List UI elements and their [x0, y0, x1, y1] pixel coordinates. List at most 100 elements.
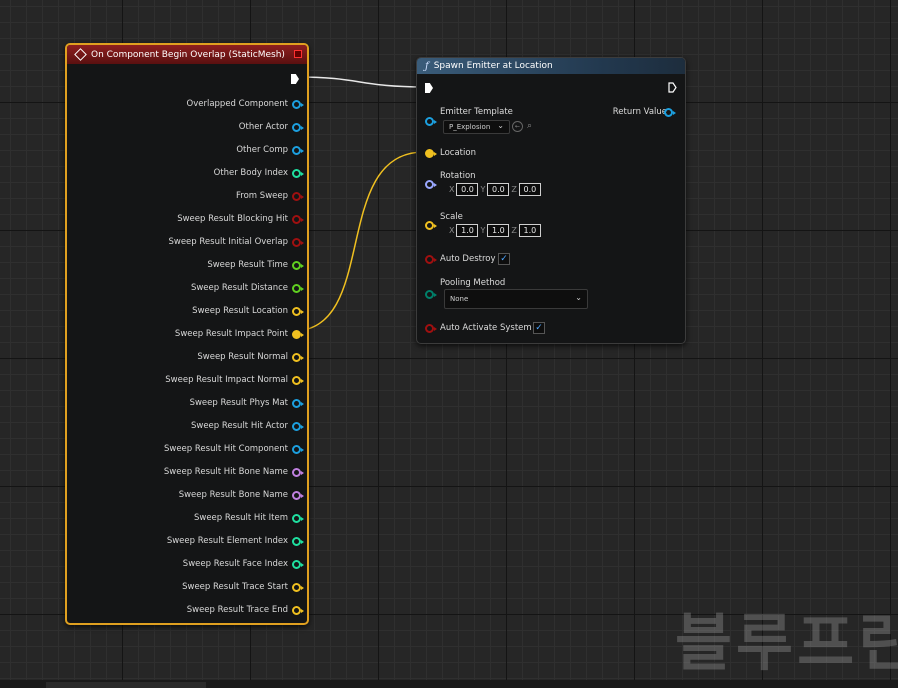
auto-activate-pin[interactable] — [425, 324, 437, 333]
object-pin-icon[interactable] — [292, 99, 304, 109]
event-node-header[interactable]: On Component Begin Overlap (StaticMesh) — [67, 45, 307, 64]
spawn-node-header[interactable]: ƒ Spawn Emitter at Location — [417, 58, 685, 74]
scale-z-field[interactable]: 1.0 — [518, 224, 541, 237]
emitter-template-pin[interactable] — [425, 117, 437, 126]
output-pin-row[interactable]: Sweep Result Phys Mat — [189, 396, 304, 410]
bool-pin-icon[interactable] — [292, 237, 304, 247]
float-pin-icon[interactable] — [292, 260, 304, 270]
output-pin-row[interactable]: Sweep Result Trace Start — [182, 580, 304, 594]
scale-y-field[interactable]: 1.0 — [487, 224, 510, 237]
output-pin-row[interactable]: Other Actor — [238, 120, 304, 134]
axis-y-label: Y — [480, 226, 486, 235]
output-pin-row[interactable]: Sweep Result Hit Bone Name — [163, 465, 304, 479]
event-node[interactable]: On Component Begin Overlap (StaticMesh) … — [65, 43, 309, 625]
function-icon: ƒ — [425, 60, 429, 72]
output-pin-row[interactable]: Sweep Result Normal — [197, 350, 304, 364]
vector-pin-icon[interactable] — [292, 306, 304, 316]
bool-pin-icon[interactable] — [292, 191, 304, 201]
vector-pin-icon[interactable] — [292, 582, 304, 592]
rotation-pin[interactable] — [425, 180, 437, 189]
rotation-x-field[interactable]: 0.0 — [456, 183, 479, 196]
object-pin-icon[interactable] — [292, 444, 304, 454]
axis-z-label: Z — [511, 185, 517, 194]
exec-arrow-icon — [291, 74, 299, 84]
output-pin-row[interactable]: Sweep Result Blocking Hit — [177, 212, 304, 226]
chevron-down-icon: ⌄ — [497, 121, 504, 130]
output-pin-label: Sweep Result Face Index — [182, 559, 288, 569]
location-label: Location — [440, 148, 476, 158]
auto-activate-checkbox[interactable]: ✓ — [533, 322, 545, 334]
output-pin-row[interactable]: Other Body Index — [213, 166, 304, 180]
output-pin-label: Sweep Result Hit Bone Name — [163, 467, 288, 477]
output-pin-row[interactable]: Sweep Result Impact Point — [174, 327, 304, 341]
object-pin-icon[interactable] — [292, 421, 304, 431]
output-pin-row[interactable]: Sweep Result Trace End — [187, 603, 304, 617]
output-pin-label: Sweep Result Impact Point — [174, 329, 288, 339]
rotation-label: Rotation — [440, 171, 476, 181]
rotation-vector: X 0.0 Y 0.0 Z 0.0 — [447, 183, 541, 196]
output-pin-label: Sweep Result Hit Item — [193, 513, 288, 523]
object-pin-icon[interactable] — [292, 145, 304, 155]
output-pin-row[interactable]: Sweep Result Location — [192, 304, 304, 318]
browse-search-icon[interactable]: ⌕ — [525, 121, 534, 131]
rotation-y-field[interactable]: 0.0 — [487, 183, 510, 196]
spawn-emitter-node[interactable]: ƒ Spawn Emitter at Location Emitter Temp… — [416, 57, 686, 344]
output-pin-label: Sweep Result Hit Actor — [190, 421, 288, 431]
output-pin-row[interactable]: Overlapped Component — [187, 97, 304, 111]
int-pin-icon[interactable] — [292, 513, 304, 523]
output-pin-row[interactable]: Other Comp — [236, 143, 304, 157]
int-pin-icon[interactable] — [292, 536, 304, 546]
output-pin-label: Sweep Result Phys Mat — [189, 398, 288, 408]
delegate-square-icon[interactable] — [294, 50, 302, 58]
output-pin-row[interactable]: Sweep Result Bone Name — [179, 488, 304, 502]
vector-pin-icon[interactable] — [292, 375, 304, 385]
exec-output-pin[interactable] — [291, 74, 299, 84]
vector-pin-icon[interactable] — [292, 352, 304, 362]
output-pin-label: Other Actor — [238, 122, 288, 132]
exec-output-pin[interactable] — [668, 82, 677, 93]
object-pin-icon[interactable] — [292, 122, 304, 132]
output-pin-row[interactable]: Sweep Result Hit Item — [193, 511, 304, 525]
output-pin-row[interactable]: Sweep Result Impact Normal — [165, 373, 304, 387]
scale-pin[interactable] — [425, 221, 437, 230]
auto-destroy-label: Auto Destroy — [440, 254, 496, 264]
output-pin-label: Sweep Result Location — [192, 306, 288, 316]
output-pin-row[interactable]: Sweep Result Face Index — [182, 557, 304, 571]
pooling-method-pin[interactable] — [425, 290, 437, 299]
output-pin-row[interactable]: Sweep Result Distance — [191, 281, 304, 295]
bool-pin-icon[interactable] — [292, 214, 304, 224]
output-pin-row[interactable]: Sweep Result Hit Actor — [190, 419, 304, 433]
name-pin-icon[interactable] — [292, 467, 304, 477]
output-pin-row[interactable]: Sweep Result Hit Component — [164, 442, 304, 456]
float-pin-icon[interactable] — [292, 283, 304, 293]
bottom-bar — [0, 680, 898, 688]
vector-pin-icon[interactable] — [292, 329, 304, 339]
axis-z-label: Z — [511, 226, 517, 235]
exec-input-pin[interactable] — [425, 83, 433, 93]
scale-x-field[interactable]: 1.0 — [456, 224, 479, 237]
int-pin-icon[interactable] — [292, 168, 304, 178]
emitter-template-dropdown[interactable]: P_Explosion ⌄ — [443, 120, 510, 134]
return-value-pin[interactable] — [664, 108, 676, 117]
return-value-label: Return Value — [612, 107, 667, 117]
output-pin-row[interactable]: Sweep Result Element Index — [167, 534, 304, 548]
use-selected-icon[interactable]: ← — [512, 121, 523, 132]
output-pin-row[interactable]: Sweep Result Initial Overlap — [168, 235, 304, 249]
auto-destroy-checkbox[interactable]: ✓ — [498, 253, 510, 265]
output-pin-label: Sweep Result Impact Normal — [165, 375, 288, 385]
output-pin-row[interactable]: Sweep Result Time — [207, 258, 304, 272]
output-pin-label: Other Body Index — [213, 168, 288, 178]
location-pin[interactable] — [425, 149, 437, 158]
int-pin-icon[interactable] — [292, 559, 304, 569]
vector-pin-icon[interactable] — [292, 605, 304, 615]
name-pin-icon[interactable] — [292, 490, 304, 500]
output-pin-row[interactable]: From Sweep — [236, 189, 304, 203]
pooling-method-dropdown[interactable]: None ⌄ — [444, 289, 588, 309]
auto-destroy-pin[interactable] — [425, 255, 437, 264]
watermark-text: 블루프린 — [675, 606, 898, 679]
bottom-tab[interactable] — [46, 682, 206, 688]
output-pin-label: Other Comp — [236, 145, 288, 155]
object-pin-icon[interactable] — [292, 398, 304, 408]
rotation-z-field[interactable]: 0.0 — [518, 183, 541, 196]
pooling-method-value: None — [450, 295, 469, 303]
